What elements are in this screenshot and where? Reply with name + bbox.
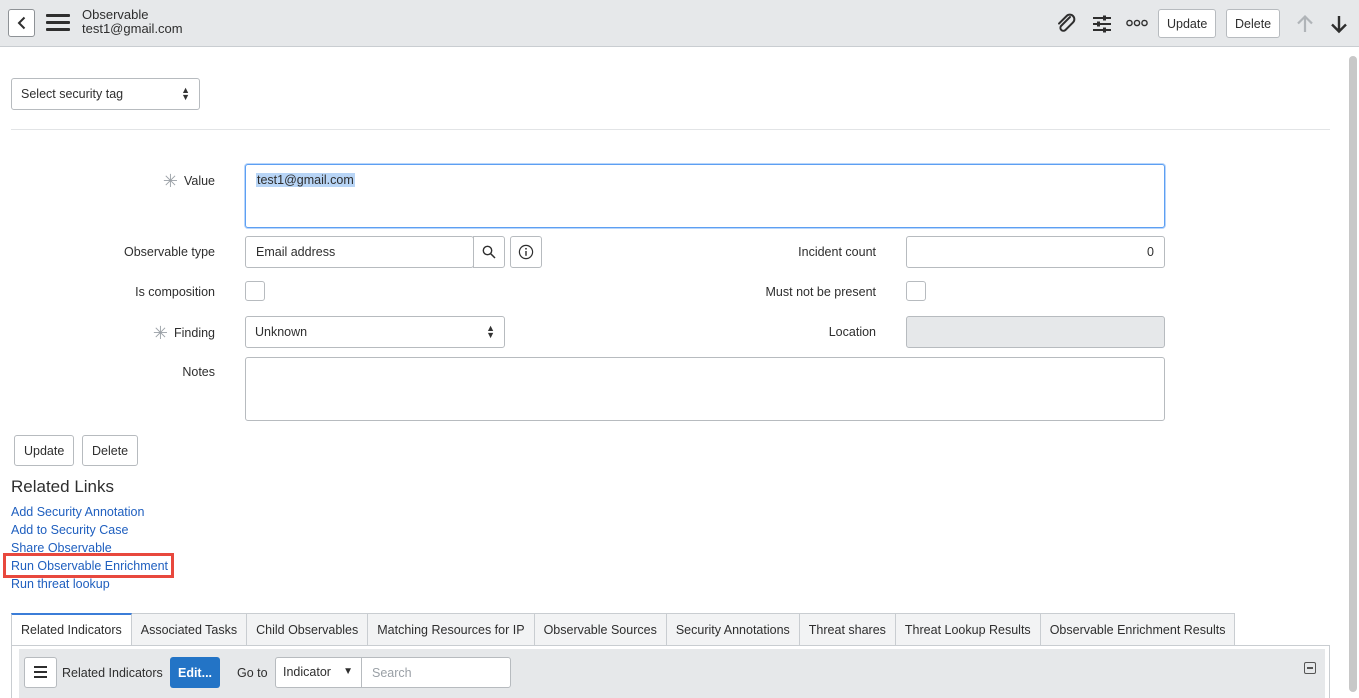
notes-field[interactable] [245,357,1165,421]
previous-record-arrow-icon[interactable] [1294,12,1316,36]
tab-matching-resources-for-ip[interactable]: Matching Resources for IP [368,613,535,646]
observable-type-field[interactable]: Email address [245,236,474,268]
link-add-to-security-case[interactable]: Add to Security Case [11,523,128,537]
back-button[interactable] [8,9,35,37]
is-composition-checkbox[interactable] [245,281,265,301]
is-composition-label: Is composition [135,285,215,299]
tab-related-indicators[interactable]: Related Indicators [11,613,132,646]
delete-button[interactable]: Delete [82,435,139,466]
personalize-form-icon[interactable] [1090,12,1114,36]
tab-child-observables[interactable]: Child Observables [247,613,369,646]
incident-count-field[interactable]: 0 [906,236,1165,268]
location-label: Location [828,325,876,339]
next-record-arrow-icon[interactable] [1328,12,1350,36]
page-scrollbar[interactable] [1349,56,1357,692]
header-title: Observable [82,7,149,22]
location-field [906,316,1165,348]
tab-security-annotations[interactable]: Security Annotations [666,613,800,646]
value-label: ✳ Value [162,171,215,191]
header-subtitle: test1@gmail.com [82,21,183,36]
tab-associated-tasks[interactable]: Associated Tasks [131,613,248,646]
highlight-box [3,553,174,578]
value-field[interactable]: test1@gmail.com [245,164,1165,228]
finding-select[interactable]: Unknown ▲ ▼ [245,316,505,348]
required-asterisk-icon: ✳ [152,323,168,343]
list-title: Related Indicators [62,666,163,680]
select-caret-icon: ▲ ▼ [486,323,495,340]
chevron-left-icon [17,16,25,30]
update-button[interactable]: Update [14,435,75,466]
tab-threat-shares[interactable]: Threat shares [799,613,896,646]
observable-type-info-button[interactable] [510,236,542,268]
incident-count-label: Incident count [798,245,876,259]
attachment-icon[interactable] [1054,12,1078,36]
required-asterisk-icon: ✳ [162,171,178,191]
must-not-be-present-checkbox[interactable] [906,281,926,301]
related-lists-tabs: Related Indicators Associated Tasks Chil… [11,613,1236,646]
observable-type-label: Observable type [123,245,215,259]
list-search-input[interactable]: Search [361,657,511,688]
tab-observable-sources[interactable]: Observable Sources [534,613,667,646]
notes-label: Notes [182,365,215,379]
list-hamburger-menu-icon[interactable] [24,657,57,688]
form-header: Observable test1@gmail.com Update Delete [0,0,1359,47]
search-icon [482,245,496,259]
security-tag-select[interactable]: Select security tag ▲ ▼ [11,78,200,110]
finding-selected: Unknown [255,325,308,339]
link-add-security-annotation[interactable]: Add Security Annotation [11,505,144,519]
collapse-icon[interactable] [1304,662,1316,674]
tab-observable-enrichment-results[interactable]: Observable Enrichment Results [1040,613,1236,646]
goto-label: Go to [237,666,268,680]
more-options-icon[interactable] [1124,14,1150,32]
hamburger-menu-icon[interactable] [46,14,70,32]
header-delete-button[interactable]: Delete [1226,9,1281,38]
dropdown-triangle-icon: ▼ [343,666,353,677]
link-run-threat-lookup[interactable]: Run threat lookup [11,577,110,591]
security-tag-selected: Select security tag [21,87,124,101]
header-update-button[interactable]: Update [1158,9,1217,38]
edit-button[interactable]: Edit... [170,657,220,688]
finding-label: ✳ Finding [152,323,215,343]
select-caret-icon: ▲ ▼ [181,85,190,102]
goto-selected: Indicator [283,665,331,679]
header-title-block: Observable test1@gmail.com [82,8,183,36]
section-divider [11,129,1330,130]
must-not-be-present-label: Must not be present [765,285,876,299]
goto-field-select[interactable]: Indicator ▼ [275,657,362,688]
value-field-text: test1@gmail.com [256,173,355,187]
tab-threat-lookup-results[interactable]: Threat Lookup Results [895,613,1041,646]
related-links-title: Related Links [11,477,115,496]
info-icon [518,244,534,260]
observable-type-lookup-button[interactable] [473,236,505,268]
